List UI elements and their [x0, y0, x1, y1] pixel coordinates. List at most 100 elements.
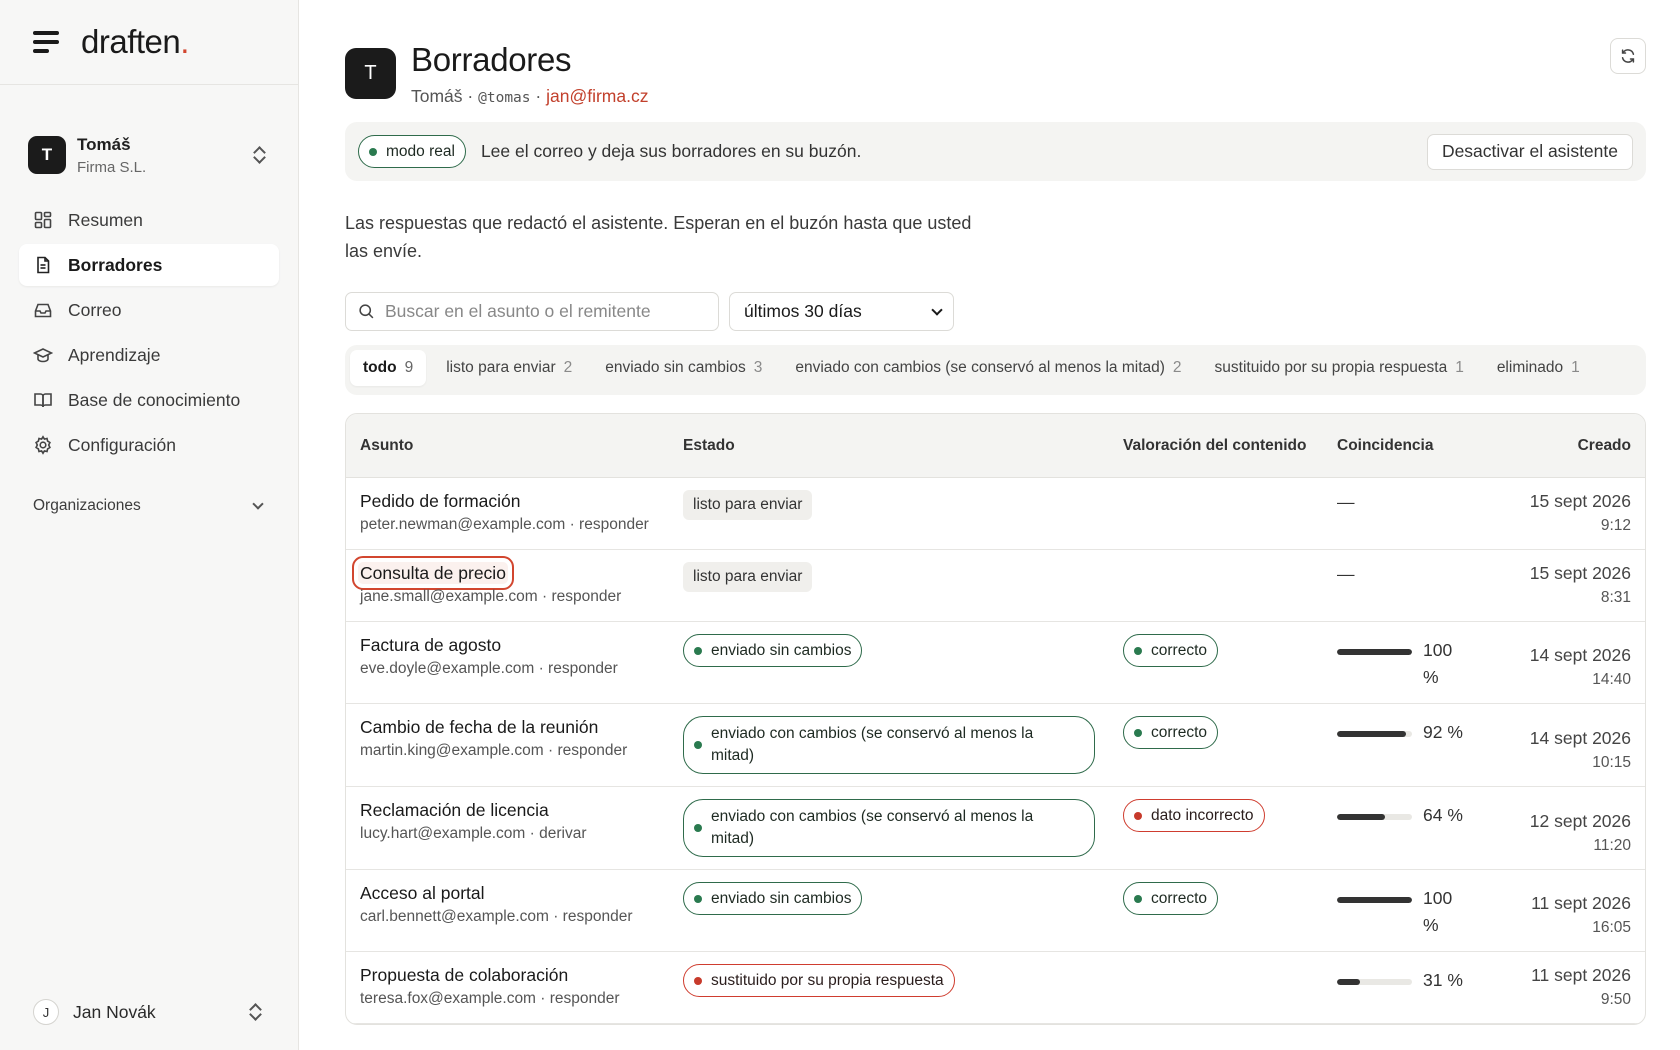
cell-match: — — [1323, 478, 1473, 549]
sidebar-item-aprendizaje[interactable]: Aprendizaje — [19, 334, 279, 376]
sidebar-item-correo[interactable]: Correo — [19, 289, 279, 331]
match-bar — [1337, 649, 1412, 655]
account-switcher[interactable]: T Tomáš Firma S.L. — [0, 85, 298, 195]
app-root: draften. T Tomáš Firma S.L. Resumen Borr — [0, 0, 1680, 1050]
tab-label: enviado sin cambios — [605, 359, 746, 376]
status-dot — [694, 894, 702, 903]
match-indicator: 100 % — [1337, 634, 1473, 691]
tab-enviado-con-cambios[interactable]: enviado con cambios (se conservó al meno… — [782, 350, 1194, 386]
table-row[interactable]: Pedido de formación peter.newman@example.… — [346, 478, 1645, 550]
sidebar-item-resumen[interactable]: Resumen — [19, 199, 279, 241]
match-indicator: 92 % — [1337, 716, 1473, 746]
rating-label: correcto — [1151, 723, 1207, 741]
subject-text[interactable]: Pedido de formación — [360, 491, 521, 511]
row-subject: Factura de agosto — [360, 634, 669, 656]
table-row[interactable]: Consulta de precio jane.small@example.com… — [346, 550, 1645, 622]
subject-text[interactable]: Propuesta de colaboración — [360, 965, 568, 985]
table-body: Pedido de formación peter.newman@example.… — [346, 478, 1645, 1024]
match-bar-fill — [1337, 649, 1412, 655]
account-avatar: T — [28, 136, 66, 174]
subject-text[interactable]: Factura de agosto — [360, 635, 501, 655]
table-row[interactable]: Factura de agosto eve.doyle@example.com ·… — [346, 622, 1645, 704]
logo[interactable]: draften. — [81, 23, 189, 61]
banner-message: Lee el correo y deja sus borradores en s… — [480, 141, 862, 161]
sidebar-item-label: Borradores — [68, 254, 163, 275]
status-badge: listo para enviar — [683, 490, 813, 520]
row-date: 14 sept 2026 — [1529, 728, 1631, 748]
search-icon — [359, 304, 374, 319]
sidebar-item-borradores[interactable]: Borradores — [19, 244, 279, 286]
user-menu[interactable]: J Jan Novák — [33, 999, 266, 1025]
tab-sustituido[interactable]: sustituido por su propia respuesta 1 — [1202, 350, 1477, 386]
row-sender: carl.bennett@example.com · responder — [360, 908, 633, 925]
cell-match: — — [1323, 550, 1473, 621]
rating-label: correcto — [1151, 889, 1207, 907]
menu-icon[interactable] — [33, 31, 59, 53]
rating-label: dato incorrecto — [1151, 806, 1254, 824]
sidebar-item-label: Correo — [68, 299, 122, 320]
status-dot — [1134, 728, 1142, 737]
cell-created: 11 sept 2026 16:05 — [1473, 870, 1645, 951]
status-tabs: todo 9 listo para enviar 2 enviado sin cam… — [345, 345, 1646, 395]
cell-subject: Propuesta de colaboración teresa.fox@exam… — [346, 952, 669, 1023]
cell-status: listo para enviar — [669, 478, 1109, 549]
row-subject: Propuesta de colaboración — [360, 964, 669, 986]
status-dot — [1134, 811, 1142, 820]
table-row[interactable]: Acceso al portal carl.bennett@example.com… — [346, 870, 1645, 952]
column-header-valoracion[interactable]: Valoración del contenido — [1109, 414, 1323, 477]
column-header-asunto[interactable]: Asunto — [346, 414, 669, 477]
status-dot — [369, 147, 377, 156]
organizations-toggle[interactable]: Organizaciones — [0, 469, 298, 515]
cell-rating — [1109, 478, 1323, 549]
tab-label: todo — [363, 359, 397, 376]
tab-enviado-sin-cambios[interactable]: enviado sin cambios 3 — [592, 350, 775, 386]
rating-badge: correcto — [1123, 882, 1218, 915]
cell-match: 64 % — [1323, 787, 1473, 869]
cell-created: 15 sept 2026 8:31 — [1473, 550, 1645, 621]
match-indicator: 100 % — [1337, 882, 1473, 939]
search-box — [345, 292, 719, 331]
column-header-coincidencia[interactable]: Coincidencia — [1323, 414, 1473, 477]
sidebar-item-label: Base de conocimiento — [68, 389, 241, 410]
search-input[interactable] — [385, 301, 718, 322]
row-date: 11 sept 2026 — [1531, 965, 1631, 985]
sidebar-item-label: Resumen — [68, 209, 143, 230]
subject-text[interactable]: Reclamación de licencia — [360, 800, 549, 820]
column-header-creado[interactable]: Creado — [1473, 414, 1645, 477]
inbox-icon — [33, 300, 53, 320]
match-bar-fill — [1337, 731, 1406, 737]
brand-bar: draften. — [0, 0, 298, 85]
match-percent: 100 % — [1423, 888, 1453, 935]
book-icon — [33, 390, 53, 410]
table-row[interactable]: Propuesta de colaboración teresa.fox@exam… — [346, 952, 1645, 1024]
cell-match: 100 % — [1323, 622, 1473, 703]
deactivate-assistant-button[interactable]: Desactivar el asistente — [1426, 133, 1633, 170]
subject-highlight[interactable]: Consulta de precio — [352, 556, 514, 590]
status-label: enviado sin cambios — [711, 889, 852, 907]
sidebar-item-label: Aprendizaje — [68, 344, 161, 365]
tab-todo[interactable]: todo 9 — [350, 350, 427, 386]
match-bar-fill — [1337, 897, 1412, 903]
tab-eliminado[interactable]: eliminado 1 — [1484, 350, 1593, 386]
table-row[interactable]: Cambio de fecha de la reunión martin.king… — [346, 704, 1645, 787]
period-select[interactable]: últimos 30 días — [729, 292, 954, 331]
document-icon — [33, 255, 53, 275]
column-header-estado[interactable]: Estado — [669, 414, 1109, 477]
refresh-button[interactable] — [1610, 38, 1646, 74]
sidebar-item-base-de-conocimiento[interactable]: Base de conocimiento — [19, 379, 279, 421]
match-percent: 31 % — [1423, 970, 1463, 990]
sidebar-item-configuracion[interactable]: Configuración — [19, 424, 279, 466]
tab-count: 3 — [753, 359, 763, 376]
organizations-label: Organizaciones — [33, 497, 141, 514]
subject-text[interactable]: Acceso al portal — [360, 883, 485, 903]
cell-subject: Acceso al portal carl.bennett@example.com… — [346, 870, 669, 951]
table-row[interactable]: Reclamación de licencia lucy.hart@example… — [346, 787, 1645, 870]
row-subject: Consulta de precio — [352, 556, 669, 590]
row-time: 8:31 — [1600, 589, 1631, 606]
cell-rating — [1109, 952, 1323, 1023]
tab-listo-para-enviar[interactable]: listo para enviar 2 — [433, 350, 585, 386]
subject-text[interactable]: Cambio de fecha de la reunión — [360, 717, 598, 737]
header-email[interactable]: jan@firma.cz — [546, 86, 648, 106]
separator: · — [467, 86, 474, 106]
cell-rating: correcto — [1109, 704, 1323, 786]
